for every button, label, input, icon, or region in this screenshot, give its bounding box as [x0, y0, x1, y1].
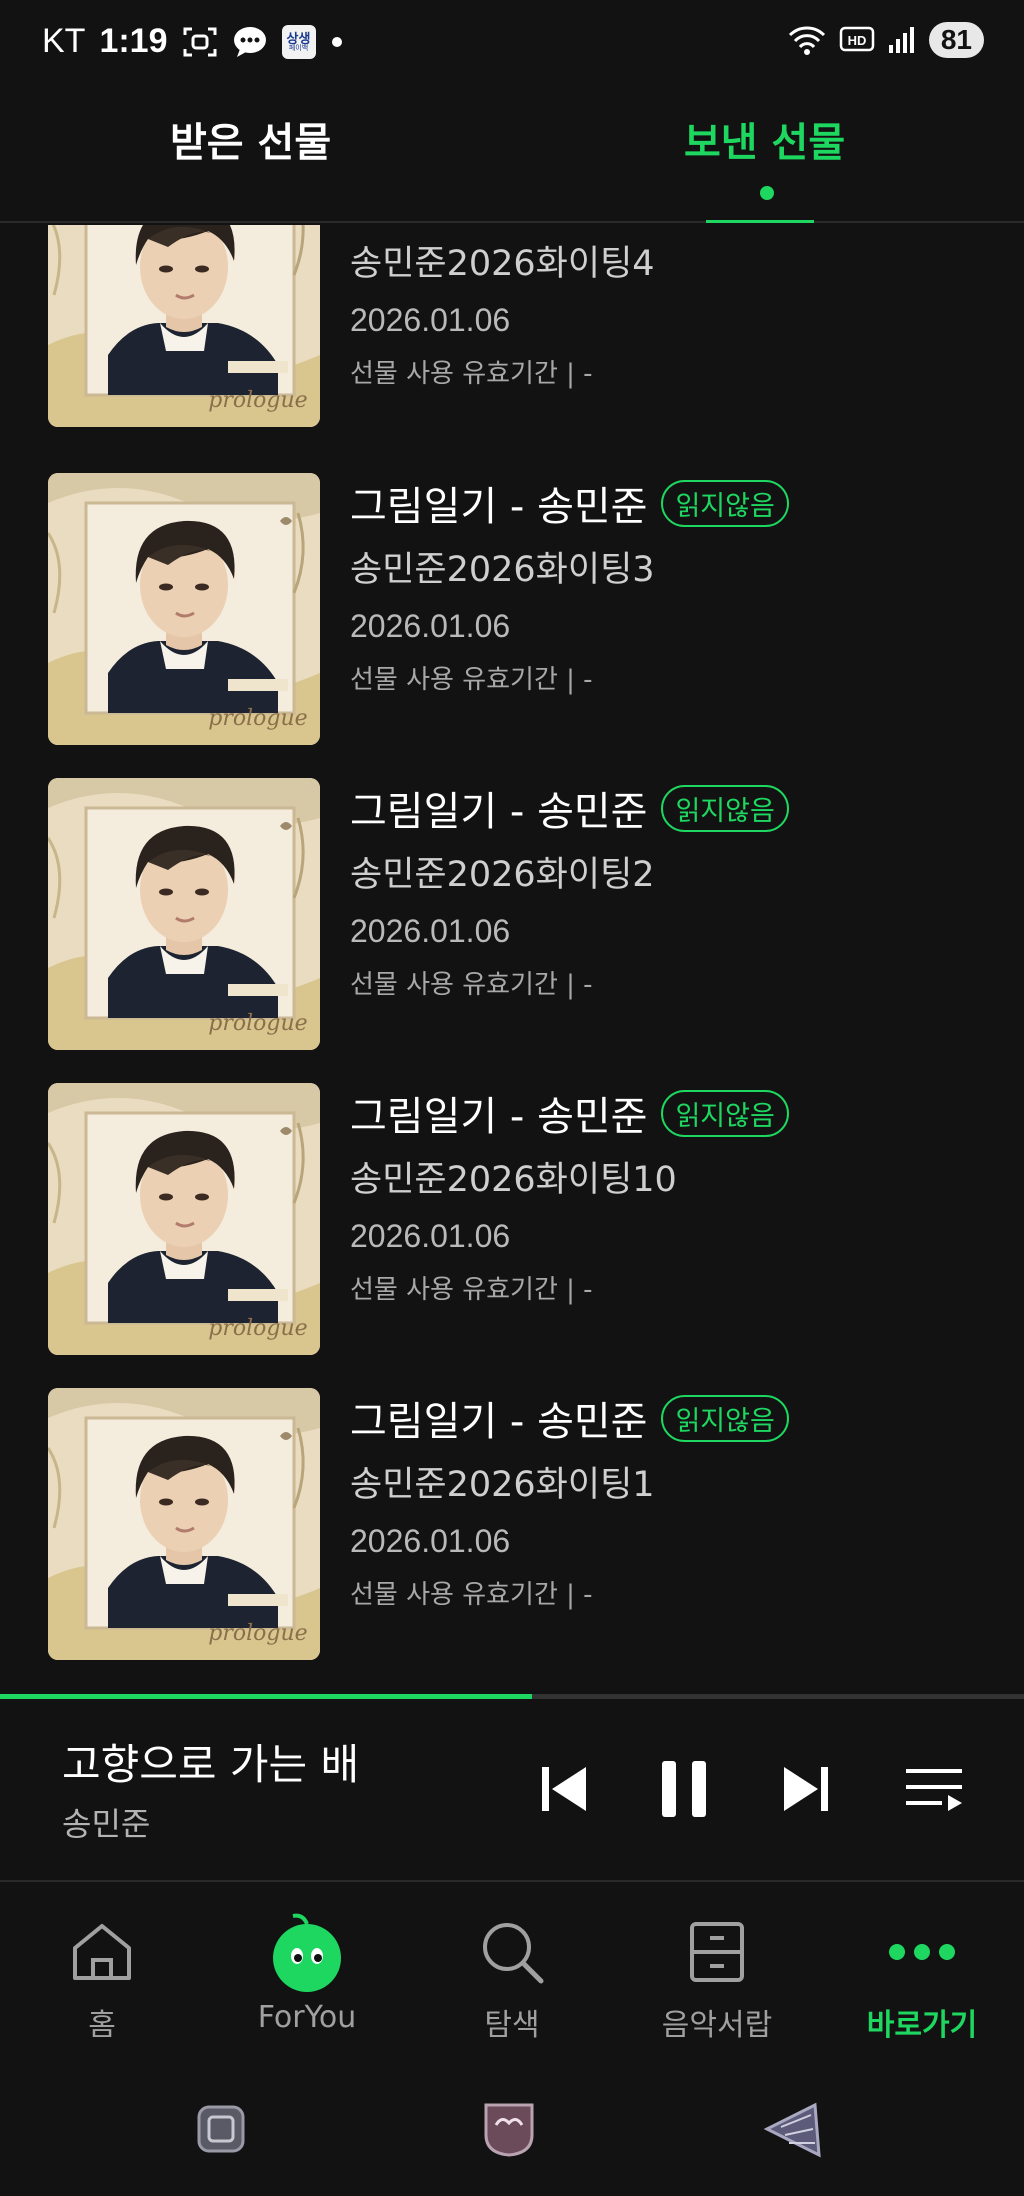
signal-icon — [887, 25, 917, 55]
now-playing-artist: 송민준 — [62, 1805, 151, 1843]
pause-button[interactable] — [646, 1751, 722, 1827]
nav-shortcut[interactable]: 바로가기 — [837, 1912, 1007, 2044]
gift-item[interactable]: prologue 그림일기 - 송민준 읽지않음 송민준2026화이팅2 202… — [0, 778, 1024, 1050]
nav-search-label: 탐색 — [484, 2008, 540, 2043]
svg-text:HD: HD — [847, 33, 866, 48]
album-art: prologue — [48, 1083, 320, 1355]
gift-date: 2026.01.06 — [350, 1218, 511, 1254]
recent-apps-button[interactable] — [186, 2094, 256, 2164]
svg-text:prologue: prologue — [208, 1316, 307, 1341]
gift-date: 2026.01.06 — [350, 608, 511, 644]
more-icon — [889, 1944, 955, 1960]
gift-message: 송민준2026화이팅2 — [350, 855, 655, 895]
gift-item[interactable]: prologue 그림일기 - 송민준 읽지않음 송민준2026화이팅3 202… — [0, 473, 1024, 745]
wifi-icon — [787, 24, 827, 56]
gift-item[interactable]: prologue 그림일기 - 송민준 읽지않음 송민준2026화이팅10 20… — [0, 1083, 1024, 1355]
album-art: prologue — [48, 225, 320, 427]
notification-dot-icon — [330, 35, 344, 49]
recent-apps-icon — [197, 2105, 245, 2153]
battery-indicator: 81 — [928, 22, 984, 58]
home-button[interactable] — [474, 2094, 544, 2164]
hd-icon: HD — [839, 25, 875, 55]
gift-title: 그림일기 - 송민준 — [350, 484, 648, 530]
now-playing-title: 고향으로 가는 배 — [62, 1740, 360, 1789]
gift-validity: 선물 사용 유효기간 | - — [350, 1580, 593, 1610]
playlist-icon — [906, 1769, 962, 1811]
scan-icon — [182, 25, 218, 59]
unread-badge: 읽지않음 — [661, 1089, 789, 1137]
album-art: prologue — [48, 778, 320, 1050]
gift-validity: 선물 사용 유효기간 | - — [350, 665, 593, 695]
svg-text:prologue: prologue — [208, 1621, 307, 1646]
chat-icon — [232, 25, 268, 59]
pause-icon — [662, 1761, 706, 1817]
unread-badge: 읽지않음 — [661, 1394, 789, 1442]
nav-foryou-label: ForYou — [257, 2000, 357, 2035]
skip-previous-icon — [542, 1767, 586, 1811]
carrier-label: KT — [42, 22, 86, 60]
unread-badge: 읽지않음 — [661, 479, 789, 527]
gift-message: 송민준2026화이팅1 — [350, 1465, 655, 1505]
gift-message: 송민준2026화이팅4 — [350, 244, 655, 284]
gift-title: 그림일기 - 송민준 — [350, 789, 648, 835]
gift-validity: 선물 사용 유효기간 | - — [350, 970, 593, 1000]
nav-foryou[interactable]: ForYou — [222, 1912, 392, 2035]
playlist-button[interactable] — [896, 1751, 972, 1827]
nav-library[interactable]: 음악서랍 — [632, 1912, 802, 2044]
drawer-icon — [690, 1922, 744, 1982]
payback-app-icon: 상생 페이백 — [281, 24, 316, 59]
previous-track-button[interactable] — [526, 1751, 602, 1827]
gift-date: 2026.01.06 — [350, 302, 511, 338]
gift-title: 그림일기 - 송민준 — [350, 1399, 648, 1445]
back-cone-icon — [763, 2102, 821, 2158]
album-art: prologue — [48, 473, 320, 745]
next-track-button[interactable] — [768, 1751, 844, 1827]
clock: 1:19 — [99, 22, 168, 60]
active-tab-indicator — [706, 220, 814, 223]
gift-date: 2026.01.06 — [350, 913, 511, 949]
gift-message: 송민준2026화이팅3 — [350, 550, 655, 590]
home-shield-icon — [484, 2103, 534, 2157]
search-icon — [483, 1923, 544, 1984]
nav-library-label: 음악서랍 — [661, 2008, 773, 2043]
sent-gift-list: prologue 송민준2026화이팅4 2026.01.06 선물 사용 유효… — [0, 225, 1024, 1690]
gift-message: 송민준2026화이팅10 — [350, 1160, 677, 1200]
svg-text:prologue: prologue — [208, 388, 307, 413]
gift-tabs: 받은 선물 보낸 선물 — [0, 90, 1024, 223]
gift-validity: 선물 사용 유효기간 | - — [350, 1275, 593, 1305]
foryou-character-icon — [273, 1913, 341, 1992]
gift-item[interactable]: prologue 송민준2026화이팅4 2026.01.06 선물 사용 유효… — [0, 225, 1024, 427]
nav-home-label: 홈 — [88, 2008, 116, 2043]
active-tab-dot — [760, 186, 774, 200]
svg-text:prologue: prologue — [208, 1011, 307, 1036]
status-bar: KT 1:19 상생 페이백 HD 81 — [0, 0, 1024, 90]
skip-next-icon — [784, 1767, 828, 1811]
gift-validity: 선물 사용 유효기간 | - — [350, 359, 593, 389]
tab-received-gifts[interactable]: 받은 선물 — [170, 110, 331, 168]
unread-badge: 읽지않음 — [661, 784, 789, 832]
bottom-navigation: 홈 ForYou 탐색 음악서랍 바로가기 — [0, 1884, 1024, 2054]
nav-home[interactable]: 홈 — [17, 1912, 187, 2044]
tab-sent-gifts[interactable]: 보낸 선물 — [684, 110, 845, 168]
back-button[interactable] — [758, 2094, 828, 2164]
system-navigation-bar — [0, 2054, 1024, 2196]
gift-date: 2026.01.06 — [350, 1523, 511, 1559]
gift-item[interactable]: prologue 그림일기 - 송민준 읽지않음 송민준2026화이팅1 202… — [0, 1388, 1024, 1660]
home-icon — [73, 1924, 131, 1980]
svg-text:prologue: prologue — [208, 706, 307, 731]
album-art: prologue — [48, 1388, 320, 1660]
nav-search[interactable]: 탐색 — [427, 1912, 597, 2044]
mini-player[interactable]: 고향으로 가는 배 송민준 — [0, 1699, 1024, 1882]
gift-title: 그림일기 - 송민준 — [350, 1094, 648, 1140]
nav-shortcut-label: 바로가기 — [866, 2008, 978, 2043]
